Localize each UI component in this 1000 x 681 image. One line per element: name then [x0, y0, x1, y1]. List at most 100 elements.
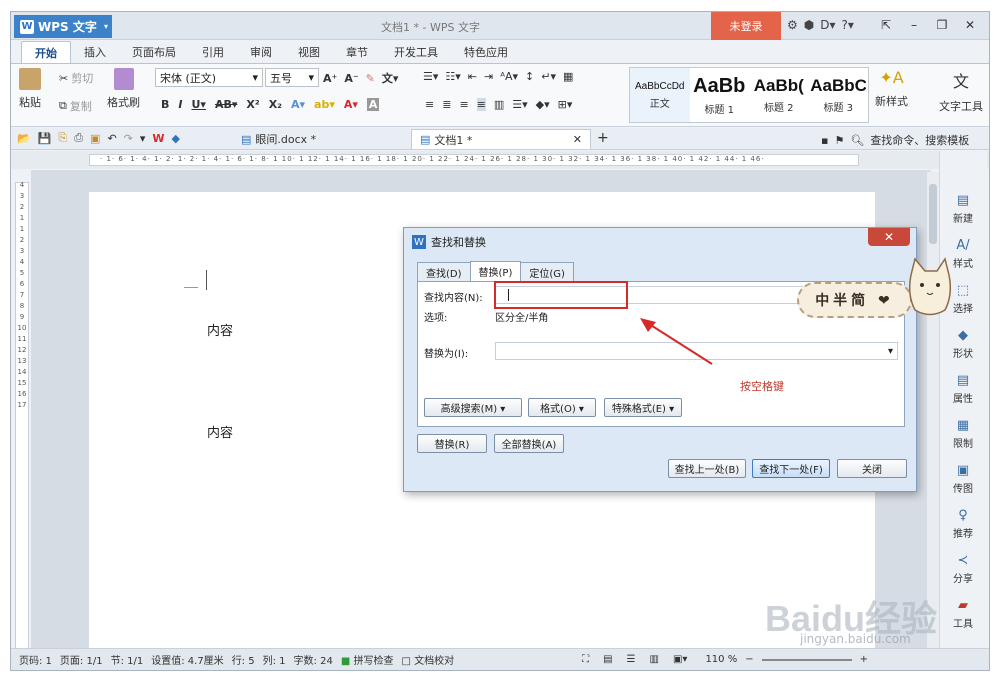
outdent-icon[interactable]: ⇤ — [468, 70, 477, 83]
dialog-close-button[interactable]: ✕ — [868, 228, 910, 246]
table-icon[interactable]: ▦ — [563, 70, 573, 83]
indent-icon[interactable]: ⇥ — [484, 70, 493, 83]
replace-all-button[interactable]: 全部替换(A) — [494, 434, 564, 453]
doc-proof[interactable]: □ 文档校对 — [401, 652, 454, 667]
case-icon[interactable]: ᴬA▾ — [500, 70, 518, 83]
minimize-icon[interactable]: – — [901, 16, 927, 34]
align-center-icon[interactable]: ≣ — [442, 98, 451, 111]
grow-font-icon[interactable]: A⁺ — [323, 72, 337, 85]
close-icon[interactable]: ✕ — [573, 133, 582, 146]
preview-icon[interactable]: ▣ — [90, 132, 100, 145]
borders-icon[interactable]: ⊞▾ — [558, 98, 573, 111]
undo-icon[interactable]: ↶ — [107, 132, 116, 145]
sidebar-new[interactable]: ▤ 新建 — [940, 193, 986, 225]
find-next-button[interactable]: 查找下一处(F) — [752, 459, 830, 478]
fullscreen-icon[interactable]: ⛶ — [582, 654, 589, 665]
tab-references[interactable]: 引用 — [189, 41, 237, 63]
find-previous-button[interactable]: 查找上一处(B) — [668, 459, 746, 478]
format-button[interactable]: 格式(O) ▾ — [528, 398, 596, 417]
phonetic-icon[interactable]: 文▾ — [382, 70, 399, 86]
line-spacing-icon[interactable]: ☰▾ — [512, 98, 527, 111]
more-icon[interactable]: ▾ — [140, 132, 146, 145]
highlight-icon[interactable]: ab▾ — [314, 98, 335, 111]
login-button[interactable]: 未登录 — [711, 12, 781, 40]
replace-button[interactable]: 替换(R) — [417, 434, 487, 453]
sidebar-restrict[interactable]: ▦ 限制 — [940, 418, 986, 450]
shading-icon[interactable]: ◆▾ — [536, 98, 550, 111]
ime-status-badge[interactable]: 中半简 ❤ — [797, 282, 912, 318]
italic-icon[interactable]: I — [178, 98, 182, 111]
vertical-scrollbar[interactable] — [927, 172, 939, 652]
restore-icon[interactable]: ⇱ — [873, 16, 899, 34]
settings-icon[interactable]: ⬢ — [804, 18, 814, 32]
text-tool-button[interactable]: 文 文字工具 — [939, 68, 983, 114]
redo-icon[interactable]: ↷ — [124, 132, 133, 145]
reading-view-icon[interactable]: ▣▾ — [673, 654, 687, 665]
font-select[interactable]: 宋体 (正文) ▾ — [155, 68, 263, 87]
style-heading-2[interactable]: AaBb( 标题 2 — [749, 68, 809, 122]
web-view-icon[interactable]: ▥ — [650, 654, 659, 665]
tab-insert[interactable]: 插入 — [71, 41, 119, 63]
copy-button[interactable]: ⧉ 复制 — [59, 98, 92, 114]
tab-view[interactable]: 视图 — [285, 41, 333, 63]
help-icon[interactable]: ?▾ — [842, 18, 854, 32]
feedback-icon[interactable]: D▾ — [820, 18, 835, 32]
sort-icon[interactable]: ↕ — [525, 70, 534, 83]
maximize-icon[interactable]: ❐ — [929, 16, 955, 34]
tab-section[interactable]: 章节 — [333, 41, 381, 63]
justify-icon[interactable]: ≡ — [476, 98, 486, 111]
advanced-search-button[interactable]: 高级搜索(M) ▾ — [424, 398, 522, 417]
tab-features[interactable]: 特色应用 — [451, 41, 521, 63]
app-menu-button[interactable]: W WPS 文字 ▾ — [14, 15, 112, 38]
comment-icon[interactable]: ▪ — [821, 134, 828, 147]
special-format-button[interactable]: 特殊格式(E) ▾ — [604, 398, 682, 417]
strikethrough-icon[interactable]: AB▾ — [215, 98, 237, 111]
style-heading-3[interactable]: AaBbC 标题 3 — [809, 68, 869, 122]
new-style-button[interactable]: ✦A 新样式 — [875, 68, 908, 109]
flag-icon[interactable]: ⚑ — [834, 134, 844, 147]
style-heading-1[interactable]: AaBb 标题 1 — [690, 68, 750, 122]
sidebar-share[interactable]: ≺ 分享 — [940, 553, 986, 585]
tab-developer[interactable]: 开发工具 — [381, 41, 451, 63]
format-painter-button[interactable]: 格式刷 — [107, 68, 140, 110]
doc-tab-1[interactable]: ▤ 眼间.docx * ✕ — [233, 129, 427, 149]
dialog-close-text-button[interactable]: 关闭 — [837, 459, 907, 478]
underline-icon[interactable]: U▾ — [191, 98, 205, 111]
align-left-icon[interactable]: ≡ — [425, 98, 434, 111]
tab-layout[interactable]: 页面布局 — [119, 41, 189, 63]
sidebar-shapes[interactable]: ◆ 形状 — [940, 328, 986, 360]
outline-view-icon[interactable]: ☰ — [627, 654, 636, 665]
style-normal[interactable]: AaBbCcDd 正文 — [630, 68, 690, 122]
print-icon[interactable]: ⎙ — [74, 131, 83, 145]
close-icon[interactable]: ✕ — [957, 16, 983, 34]
shrink-font-icon[interactable]: A⁻ — [344, 72, 358, 85]
sidebar-tools[interactable]: ▰ 工具 — [940, 598, 986, 630]
font-color-icon[interactable]: A▾ — [344, 98, 358, 111]
sidebar-properties[interactable]: ▤ 属性 — [940, 373, 986, 405]
spell-check[interactable]: ■ 拼写检查 — [341, 652, 394, 667]
align-right-icon[interactable]: ≡ — [459, 98, 468, 111]
numbering-icon[interactable]: ☷▾ — [445, 70, 460, 83]
doc-tab-2[interactable]: ▤ 文档1 * ✕ — [411, 129, 591, 149]
clear-format-icon[interactable]: ✎ — [366, 72, 375, 85]
cube-icon[interactable]: ◆ — [172, 132, 180, 145]
zoom-out-icon[interactable]: − — [745, 654, 753, 665]
sidebar-upload[interactable]: ▣ 传图 — [940, 463, 986, 495]
subscript-icon[interactable]: X₂ — [269, 98, 282, 111]
skin-icon[interactable]: ⚙ — [787, 18, 798, 32]
show-marks-icon[interactable]: ↵▾ — [541, 70, 556, 83]
tab-review[interactable]: 审阅 — [237, 41, 285, 63]
page-view-icon[interactable]: ▤ — [603, 654, 612, 665]
sidebar-recommend[interactable]: ♀ 推荐 — [940, 508, 986, 540]
new-tab-button[interactable]: + — [597, 130, 609, 146]
tab-home[interactable]: 开始 — [21, 41, 71, 63]
paste-button[interactable]: 粘贴 — [19, 68, 41, 110]
size-select[interactable]: 五号 ▾ — [265, 68, 319, 87]
text-effect-icon[interactable]: A▾ — [291, 98, 305, 111]
wps-red-icon[interactable]: W — [152, 132, 164, 145]
char-shading-icon[interactable]: A — [366, 98, 380, 111]
bold-icon[interactable]: B — [161, 98, 169, 111]
superscript-icon[interactable]: X² — [246, 98, 259, 111]
distribute-icon[interactable]: ▥ — [494, 98, 504, 111]
bullets-icon[interactable]: ☰▾ — [423, 70, 438, 83]
